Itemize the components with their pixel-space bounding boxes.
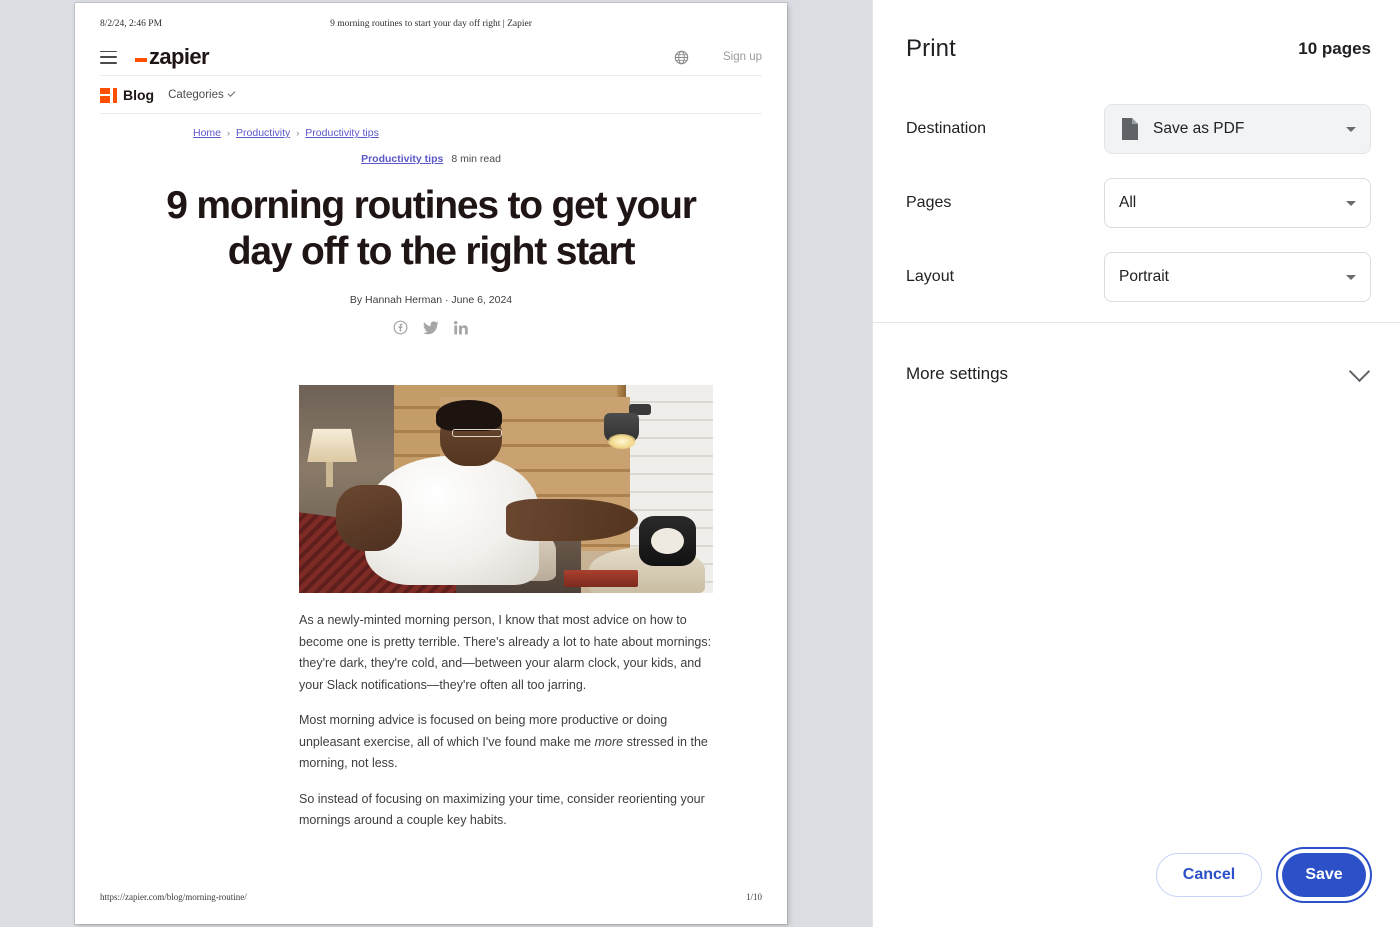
layout-label: Layout (906, 268, 955, 285)
article-byline: By Hannah Herman · June 6, 2024 (349, 294, 513, 306)
print-settings-panel: Print 10 pages Destination Save as PDF P… (872, 0, 1400, 927)
breadcrumb: Home › Productivity › Productivity tips (193, 127, 379, 139)
setting-row-pages: Pages All (873, 166, 1400, 240)
article-paragraph-2: Most morning advice is focused on being … (299, 710, 713, 775)
destination-value: Save as PDF (1153, 120, 1245, 137)
sign-up-link[interactable]: Sign up (723, 51, 762, 63)
blog-subnav: Blog Categories (100, 83, 236, 107)
article-paragraph-1: As a newly-minted morning person, I know… (299, 613, 712, 692)
header-divider-top (100, 75, 762, 76)
breadcrumb-item-productivity-tips[interactable]: Productivity tips (305, 127, 379, 139)
article-category-tag[interactable]: Productivity tips (361, 153, 443, 165)
site-header-right: Sign up (674, 50, 762, 65)
chevron-down-icon (227, 89, 236, 97)
zapier-logo[interactable]: zapier (135, 44, 210, 70)
blog-mark-icon (100, 87, 117, 103)
cancel-button[interactable]: Cancel (1156, 853, 1262, 897)
breadcrumb-separator-1: › (227, 128, 231, 138)
categories-label: Categories (168, 89, 224, 101)
destination-select[interactable]: Save as PDF (1104, 104, 1371, 154)
categories-dropdown[interactable]: Categories (168, 89, 236, 101)
save-button[interactable]: Save (1282, 853, 1366, 897)
print-footer-page-number: 1/10 (745, 892, 762, 902)
page-count-label: 10 pages (1298, 39, 1371, 58)
facebook-icon[interactable] (393, 320, 408, 335)
print-footer-url: https://zapier.com/blog/morning-routine/ (100, 892, 247, 902)
layout-value: Portrait (1119, 268, 1169, 285)
settings-divider (873, 322, 1400, 323)
paragraph-2-emphasis: more (594, 734, 624, 749)
save-button-focus-ring: Save (1278, 849, 1370, 901)
print-header-title: 9 morning routines to start your day off… (330, 19, 532, 29)
print-preview-area[interactable]: 8/2/24, 2:46 PM 9 morning routines to st… (0, 0, 872, 927)
setting-row-layout: Layout Portrait (873, 240, 1400, 314)
destination-label: Destination (906, 120, 987, 137)
breadcrumb-item-home[interactable]: Home (193, 127, 221, 139)
settings-list: Destination Save as PDF Pages All Layout… (873, 92, 1400, 314)
dialog-actions: Cancel Save (1156, 849, 1370, 901)
article-hero-image (299, 385, 713, 593)
pages-label: Pages (906, 194, 952, 211)
breadcrumb-separator-2: › (296, 128, 300, 138)
layout-select[interactable]: Portrait (1104, 252, 1371, 302)
social-share-row (75, 320, 787, 335)
blog-label[interactable]: Blog (123, 87, 154, 103)
linkedin-icon[interactable] (454, 320, 469, 335)
site-header: zapier Sign up (100, 39, 762, 75)
dropdown-arrow-icon (1346, 200, 1356, 206)
article-read-time: 8 min read (451, 153, 501, 165)
pages-value: All (1119, 194, 1137, 211)
zapier-dash-icon (135, 58, 147, 62)
print-page-footer: https://zapier.com/blog/morning-routine/… (75, 892, 787, 906)
article-header: Productivity tips 8 min read 9 morning r… (75, 153, 787, 335)
more-settings-label: More settings (906, 364, 1009, 383)
zapier-logo-text: zapier (149, 44, 210, 69)
article-body: As a newly-minted morning person, I know… (299, 610, 713, 832)
article-paragraph-3: So instead of focusing on maximizing you… (299, 791, 705, 828)
article-headline: 9 morning routines to get your day off t… (166, 184, 697, 273)
setting-row-destination: Destination Save as PDF (873, 92, 1400, 166)
globe-icon[interactable] (674, 50, 689, 65)
article-kicker: Productivity tips 8 min read (75, 153, 787, 165)
print-preview-page: 8/2/24, 2:46 PM 9 morning routines to st… (75, 3, 787, 924)
hamburger-menu-icon[interactable] (100, 50, 117, 64)
dropdown-arrow-icon (1346, 274, 1356, 280)
chevron-down-icon (1348, 360, 1371, 382)
breadcrumb-item-productivity[interactable]: Productivity (236, 127, 290, 139)
print-page-header: 8/2/24, 2:46 PM 9 morning routines to st… (75, 19, 787, 35)
pages-select[interactable]: All (1104, 178, 1371, 228)
more-settings-toggle[interactable]: More settings (906, 352, 1371, 396)
panel-title: Print (906, 35, 956, 62)
document-icon (1122, 118, 1138, 140)
print-dialog-screen: 8/2/24, 2:46 PM 9 morning routines to st… (0, 0, 1400, 927)
panel-header: Print 10 pages (906, 31, 1371, 67)
dropdown-arrow-icon (1346, 126, 1356, 132)
twitter-icon[interactable] (423, 320, 439, 335)
header-divider-bottom (100, 113, 762, 114)
